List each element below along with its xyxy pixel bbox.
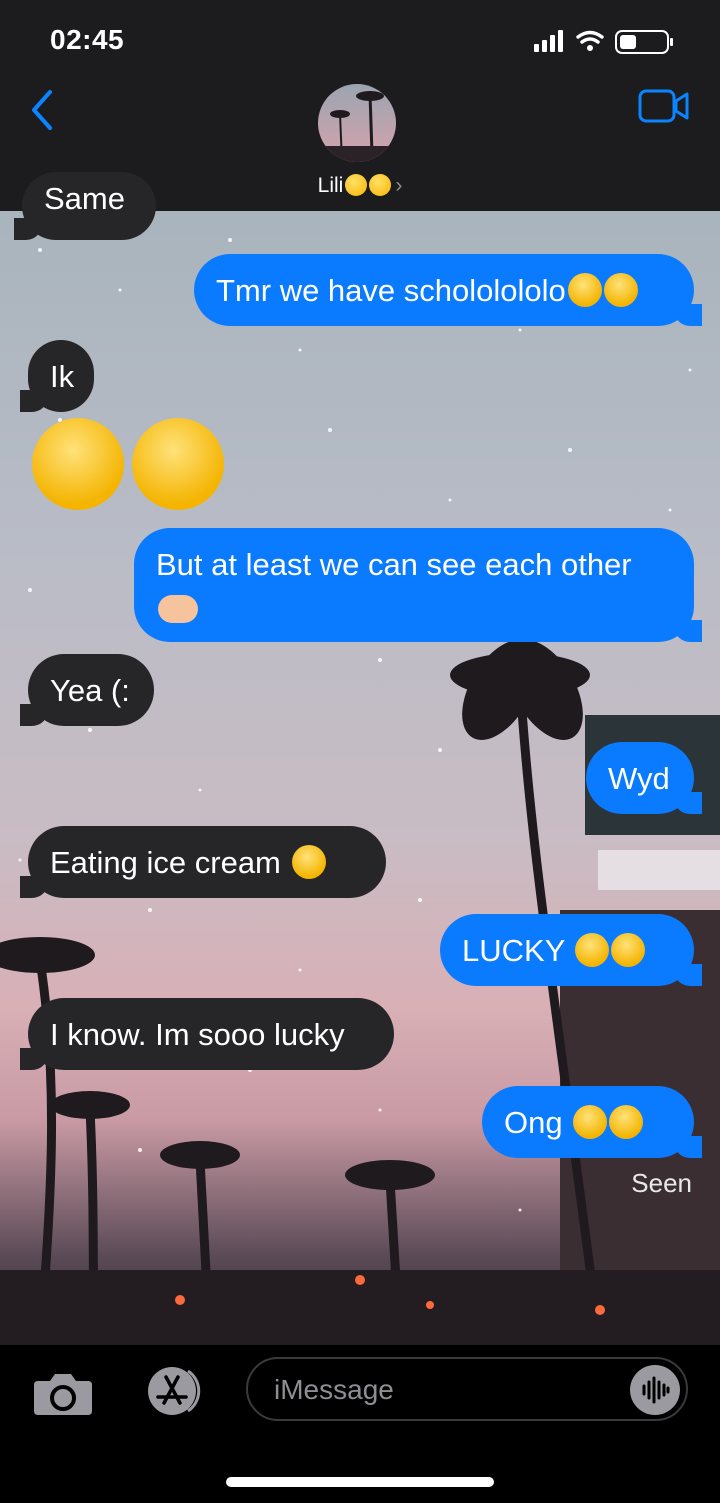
loudly-crying-emoji [611, 933, 646, 967]
loudly-crying-emoji [573, 1105, 608, 1139]
loudly-crying-emoji [575, 933, 610, 967]
status-icons [534, 28, 684, 59]
loudly-crying-emoji [32, 418, 124, 510]
read-receipt: Seen [631, 1168, 692, 1198]
app-store-icon[interactable] [136, 1365, 206, 1417]
message-input-container [246, 1357, 688, 1421]
status-time: 02:45 [50, 24, 125, 55]
signal-icon [534, 30, 563, 52]
sunglasses-emoji [291, 845, 326, 879]
back-chevron-icon[interactable] [26, 86, 66, 134]
message-outgoing[interactable]: Tmr we have schololololo [194, 254, 702, 326]
message-outgoing[interactable]: Ong [482, 1086, 702, 1158]
contact-name: Lili [317, 174, 344, 197]
grinning-emoji [369, 174, 392, 196]
message-outgoing[interactable]: But at least we can see each other [134, 528, 702, 642]
chevron-right-icon: › [395, 174, 403, 197]
message-incoming[interactable]: Eating ice cream [20, 826, 386, 898]
camera-icon[interactable] [32, 1371, 94, 1415]
message-jumbo-emoji[interactable] [28, 418, 228, 514]
message-outgoing[interactable]: LUCKY [440, 914, 702, 986]
video-call-icon[interactable] [638, 88, 690, 124]
audio-message-icon[interactable] [630, 1365, 680, 1415]
battery-icon [615, 30, 673, 54]
loudly-crying-emoji [609, 1105, 644, 1139]
message-incoming[interactable]: I know. Im sooo lucky [20, 998, 394, 1070]
message-outgoing[interactable]: Wyd [586, 742, 702, 814]
home-indicator[interactable] [226, 1477, 494, 1487]
heart-hands-emoji [158, 595, 198, 623]
heart-eyes-emoji [345, 174, 368, 196]
loudly-crying-emoji [603, 273, 638, 307]
loudly-crying-emoji [132, 418, 224, 510]
loudly-crying-emoji [567, 273, 602, 307]
message-incoming[interactable]: Ik [20, 340, 94, 412]
screen: 02:45 Lili › Same Tmr we have scholololo… [0, 0, 720, 1503]
message-incoming[interactable]: Yea (: [20, 654, 154, 726]
wifi-icon [576, 30, 604, 44]
message-incoming[interactable]: Same [14, 172, 156, 240]
message-input[interactable] [272, 1367, 616, 1413]
contact-avatar[interactable] [318, 84, 396, 162]
